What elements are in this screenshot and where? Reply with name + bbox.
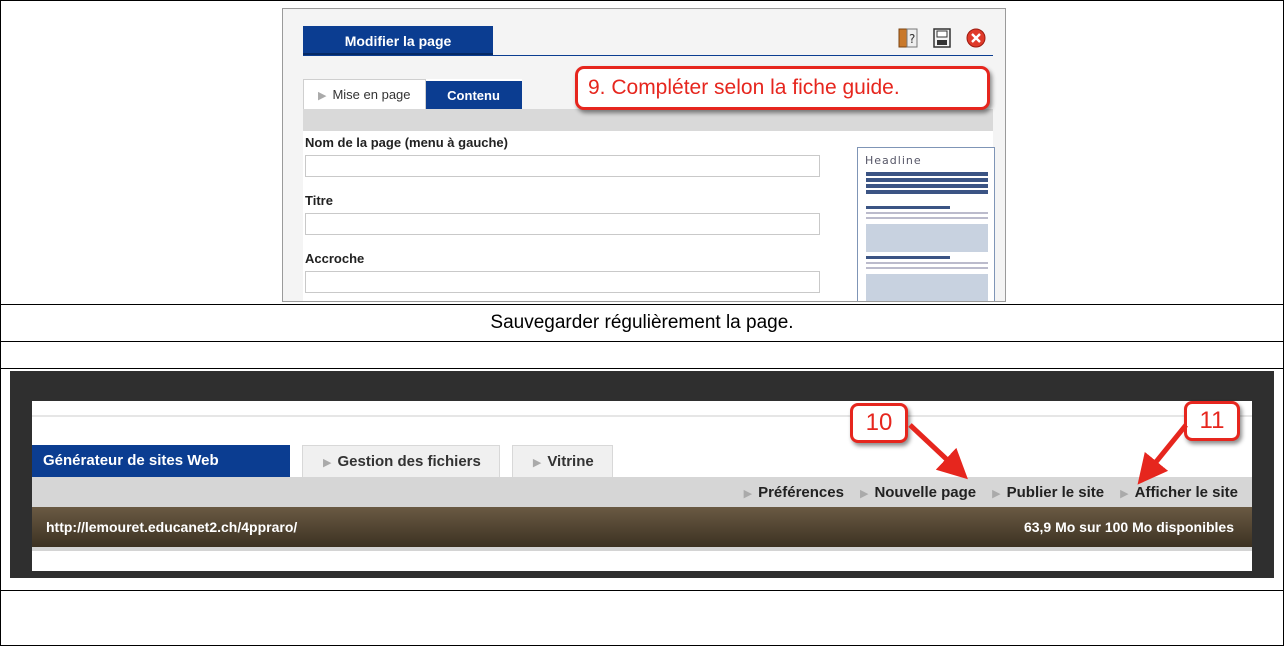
help-icon[interactable]: ?: [897, 27, 919, 49]
page-name-input[interactable]: [305, 155, 820, 177]
arrow-to-view-site-icon: [1137, 423, 1188, 485]
arrow-to-publish-icon: [908, 423, 968, 480]
caret-right-icon: ▶: [743, 487, 753, 500]
page-editor-screenshot: Modifier la page ? ▶ Mise en page Conten…: [282, 8, 1006, 302]
preferences-link[interactable]: ▶ Préférences: [744, 484, 844, 501]
caret-right-icon: ▶: [992, 487, 1001, 500]
layout-preview-graphic: [866, 172, 988, 301]
tab-showcase[interactable]: ▶ Vitrine: [511, 445, 613, 477]
caret-right-icon: ▶: [532, 457, 542, 469]
tab-mise-en-page[interactable]: ▶ Mise en page: [303, 79, 426, 109]
caret-right-icon: ▶: [323, 457, 332, 469]
site-generator-screenshot: Générateur de sites Web ▶ Gestion des fic…: [10, 371, 1274, 578]
site-url[interactable]: http://lemouret.educanet2.ch/4ppraro/: [46, 519, 297, 535]
table-divider: [0, 341, 1284, 342]
toolbar-band: [303, 109, 993, 131]
table-divider: [0, 590, 1284, 591]
close-icon[interactable]: [965, 27, 987, 49]
title-input[interactable]: [305, 213, 820, 235]
caret-right-icon: ▶: [1120, 487, 1129, 500]
caret-right-icon: ▶: [318, 90, 327, 102]
table-divider: [0, 368, 1284, 369]
action-bar: ▶ Préférences ▶ Nouvelle page ▶ Publier le …: [32, 477, 1252, 507]
layout-preview: Headline: [857, 147, 995, 301]
field-label-title: Titre: [305, 193, 333, 208]
save-icon[interactable]: [931, 27, 953, 49]
hook-input[interactable]: [305, 271, 820, 293]
new-page-link[interactable]: ▶ Nouvelle page: [860, 484, 976, 501]
step-9-callout: 9. Compléter selon la fiche guide.: [575, 66, 990, 110]
svg-text:?: ?: [909, 32, 915, 46]
field-label-page-name: Nom de la page (menu à gauche): [305, 135, 508, 150]
view-site-link[interactable]: ▶ Afficher le site: [1120, 484, 1238, 501]
step-11-callout: 11: [1184, 401, 1240, 441]
tab-site-generator[interactable]: Générateur de sites Web: [32, 445, 290, 477]
modify-page-tab[interactable]: Modifier la page: [303, 26, 493, 56]
storage-quota: 63,9 Mo sur 100 Mo disponibles: [1023, 519, 1234, 535]
publish-site-link[interactable]: ▶ Publier le site: [992, 484, 1104, 501]
field-label-hook: Accroche: [305, 251, 365, 266]
caption-text: Sauvegarder régulièrement la page.: [490, 312, 794, 333]
tab-contenu[interactable]: Contenu: [425, 79, 522, 109]
site-info-bar: http://lemouret.educanet2.ch/4ppraro/ 63…: [32, 507, 1252, 551]
tab-file-management[interactable]: ▶ Gestion des fichiers: [302, 445, 500, 477]
caret-right-icon: ▶: [859, 487, 869, 500]
step-10-callout: 10: [850, 403, 908, 443]
